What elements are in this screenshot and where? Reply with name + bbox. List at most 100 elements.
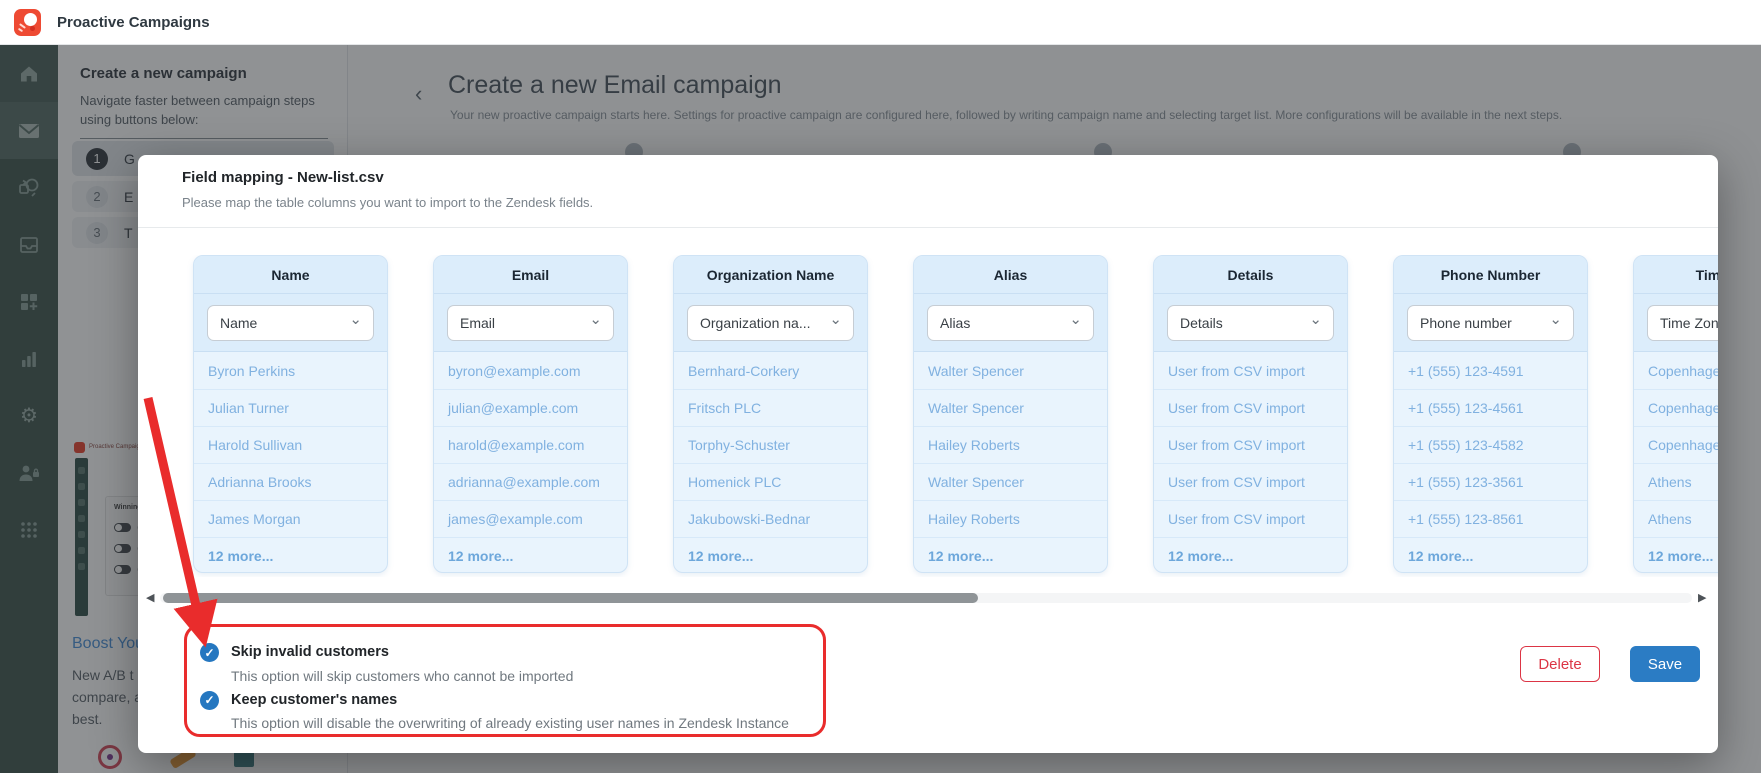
cell-row: +1 (555) 123-4591 [1408, 362, 1524, 379]
cell-row: Copenhagen [1634, 426, 1718, 463]
modal-title: Field mapping - New-list.csv [182, 169, 384, 186]
cell-row: User from CSV import [1154, 500, 1347, 537]
save-button[interactable]: Save [1630, 646, 1700, 682]
cell-row: Hailey Roberts [914, 500, 1107, 537]
mapping-column-card: Phone Number Phone number ⌄ +1 (555) 123… [1393, 255, 1588, 573]
field-select[interactable]: Email ⌄ [447, 305, 614, 341]
field-select-wrap: Email ⌄ [434, 294, 627, 352]
check-icon: ✓ [204, 645, 215, 660]
field-select[interactable]: Details ⌄ [1167, 305, 1334, 341]
more-rows-link[interactable]: 12 more... [1394, 537, 1587, 572]
cell-row: Jakubowski-Bednar [674, 500, 867, 537]
skip-invalid-checkbox[interactable]: ✓ [200, 643, 219, 662]
field-select-wrap: Name ⌄ [194, 294, 387, 352]
cell-row: adrianna@example.com [434, 463, 627, 500]
mapping-column-card: Time Zone Time Zone ⌄ CopenhagenCopenhag… [1633, 255, 1718, 573]
cell-row: Copenhagen [1634, 389, 1718, 426]
column-header: Phone Number [1394, 256, 1587, 294]
chevron-down-icon: ⌄ [589, 311, 602, 328]
mapping-columns-viewport: Name Name ⌄ Byron Perkins Julian Turner Ha… [138, 255, 1718, 577]
more-rows-link[interactable]: 12 more... [914, 537, 1107, 572]
cell-row: Bernhard-Corkery [688, 362, 800, 379]
top-bar: Proactive Campaigns [0, 0, 1761, 45]
column-header: Details [1154, 256, 1347, 294]
cell-row: Torphy-Schuster [674, 426, 867, 463]
proactive-campaigns-logo-icon [14, 8, 41, 36]
horizontal-scrollbar: ◀ ▶ [138, 591, 1718, 605]
option-skip-invalid: ✓ Skip invalid customers [200, 643, 789, 663]
cell-row: Hailey Roberts [914, 426, 1107, 463]
cell-row: byron@example.com [448, 362, 581, 379]
cell-row: Walter Spencer [914, 389, 1107, 426]
modal-subtitle: Please map the table columns you want to… [182, 195, 594, 210]
field-select-wrap: Organization na... ⌄ [674, 294, 867, 352]
more-rows-link[interactable]: 12 more... [1154, 537, 1347, 572]
modal-header-divider [138, 227, 1718, 228]
mapping-column-card: Details Details ⌄ User from CSV import Us… [1153, 255, 1348, 573]
cell-row: +1 (555) 123-4582 [1394, 426, 1587, 463]
option-description: This option will disable the overwriting… [231, 715, 789, 732]
field-select-value: Details [1180, 315, 1223, 331]
mapping-column-card: Name Name ⌄ Byron Perkins Julian Turner Ha… [193, 255, 388, 573]
cell-row: Walter Spencer [928, 362, 1024, 379]
mapping-column-card: Alias Alias ⌄ Walter Spencer Walter Spenc… [913, 255, 1108, 573]
scrollbar-thumb[interactable] [163, 593, 978, 603]
cell-row: Walter Spencer [914, 463, 1107, 500]
column-rows: Byron Perkins Julian Turner Harold Sulliva… [194, 352, 387, 572]
cell-row: +1 (555) 123-8561 [1394, 500, 1587, 537]
check-icon: ✓ [204, 693, 215, 708]
cell-row: +1 (555) 123-4561 [1394, 389, 1587, 426]
field-select-value: Name [220, 315, 258, 331]
more-rows-link[interactable]: 12 more... [434, 537, 627, 572]
field-select-value: Alias [940, 315, 971, 331]
option-keep-names: ✓ Keep customer's names [200, 690, 789, 711]
cell-row: User from CSV import [1154, 389, 1347, 426]
field-select[interactable]: Time Zone ⌄ [1647, 305, 1718, 341]
cell-row: User from CSV import [1154, 426, 1347, 463]
app-title: Proactive Campaigns [57, 13, 210, 31]
column-rows: Bernhard-Corkery Fritsch PLC Torphy-Schust… [674, 352, 867, 572]
cell-row: +1 (555) 123-3561 [1394, 463, 1587, 500]
more-rows-link[interactable]: 12 more... [194, 537, 387, 572]
delete-button[interactable]: Delete [1520, 646, 1600, 682]
chevron-down-icon: ⌄ [1549, 311, 1562, 328]
scroll-left-arrow-icon[interactable]: ◀ [146, 591, 154, 605]
scroll-right-arrow-icon[interactable]: ▶ [1698, 591, 1706, 605]
column-header: Time Zone [1634, 256, 1718, 294]
cell-row: Athens [1634, 500, 1718, 537]
more-rows-link[interactable]: 12 more... [674, 537, 867, 572]
cell-row: Adrianna Brooks [194, 463, 387, 500]
cell-row: Harold Sullivan [194, 426, 387, 463]
field-select-wrap: Details ⌄ [1154, 294, 1347, 352]
field-select[interactable]: Alias ⌄ [927, 305, 1094, 341]
column-header: Organization Name [674, 256, 867, 294]
cell-row: User from CSV import [1168, 362, 1305, 379]
cell-row: Athens [1634, 463, 1718, 500]
field-select[interactable]: Organization na... ⌄ [687, 305, 854, 341]
option-description: This option will skip customers who cann… [231, 667, 574, 684]
field-mapping-modal: Field mapping - New-list.csv Please map … [138, 155, 1718, 753]
chevron-down-icon: ⌄ [349, 311, 362, 328]
cell-row: james@example.com [434, 500, 627, 537]
mapping-column-card: Email Email ⌄ byron@example.com julian@ex… [433, 255, 628, 573]
column-rows: +1 (555) 123-4591 +1 (555) 123-4561 +1 (55… [1394, 352, 1587, 572]
column-header: Alias [914, 256, 1107, 294]
cell-row: User from CSV import [1154, 463, 1347, 500]
app-window: Create a new campaign Navigate faster be… [0, 0, 1761, 773]
field-select-wrap: Time Zone ⌄ [1634, 294, 1718, 352]
column-rows: User from CSV import User from CSV import… [1154, 352, 1347, 572]
chevron-down-icon: ⌄ [1069, 311, 1082, 328]
more-rows-link[interactable]: 12 more... [1634, 537, 1718, 572]
option-label: Keep customer's names [231, 691, 398, 708]
column-header: Name [194, 256, 387, 294]
field-select-wrap: Phone number ⌄ [1394, 294, 1587, 352]
field-select-value: Phone number [1420, 315, 1512, 331]
keep-names-checkbox[interactable]: ✓ [200, 690, 219, 710]
cell-row: Fritsch PLC [674, 389, 867, 426]
column-rows: Walter Spencer Walter Spencer Hailey Rober… [914, 352, 1107, 572]
option-label: Skip invalid customers [231, 644, 389, 660]
field-select[interactable]: Name ⌄ [207, 305, 374, 341]
columns-track: Name Name ⌄ Byron Perkins Julian Turner Ha… [193, 255, 1718, 573]
chevron-down-icon: ⌄ [829, 311, 842, 328]
field-select[interactable]: Phone number ⌄ [1407, 305, 1574, 341]
